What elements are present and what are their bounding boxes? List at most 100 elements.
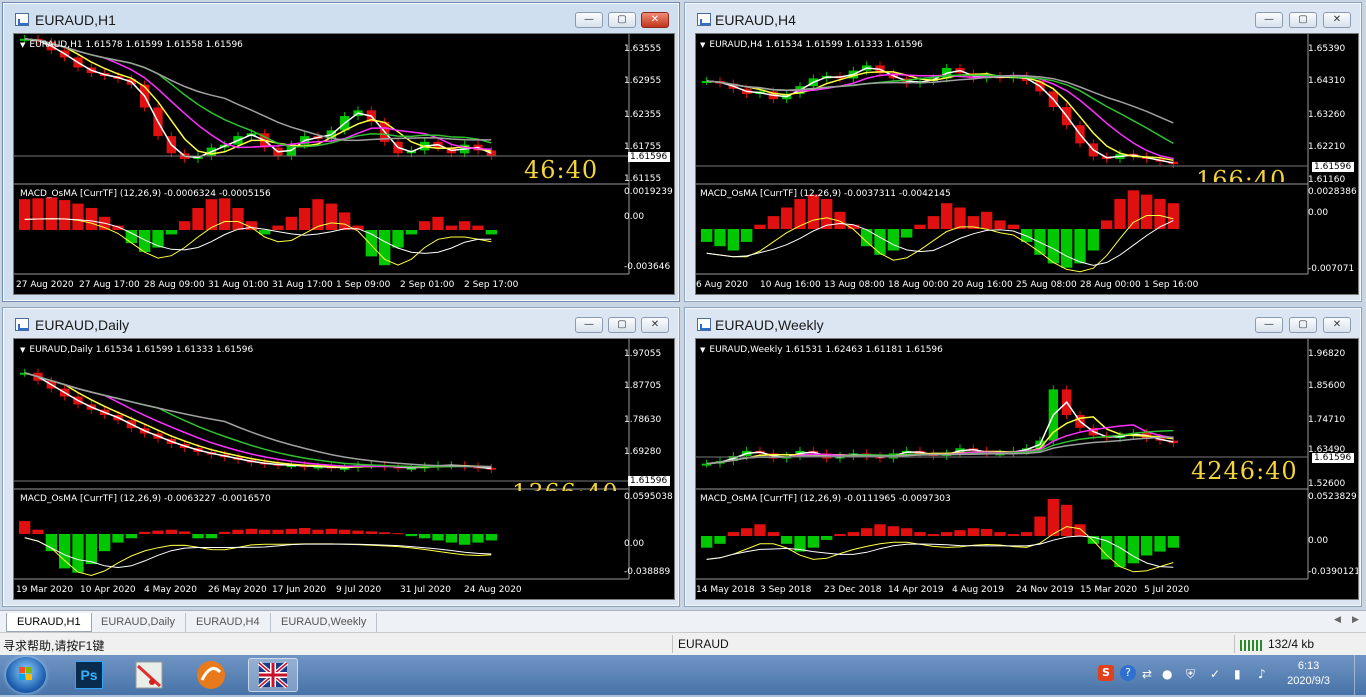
tab-euraud-h1[interactable]: EURAUD,H1 [6, 613, 92, 632]
macd-bar [1141, 536, 1153, 556]
macd-bar [165, 529, 177, 534]
price-label: 1.62955 [624, 76, 662, 86]
time-label: 31 Aug 17:00 [272, 280, 333, 290]
taskbar-photoshop[interactable]: Ps [62, 658, 112, 692]
taskbar-app[interactable] [186, 658, 236, 692]
time-label: 14 May 2018 [696, 585, 755, 595]
macd-bar [1114, 536, 1126, 568]
price-label: 1.69280 [624, 447, 662, 457]
title-bar[interactable]: EURAUD,Daily — ▢ ✕ [3, 308, 679, 338]
start-button[interactable] [6, 657, 46, 693]
macd-scale-label: 0.0019239 [624, 187, 673, 197]
macd-bar [432, 534, 444, 541]
tab-euraud-weekly[interactable]: EURAUD,Weekly [271, 613, 378, 632]
title-bar[interactable]: EURAUD,H1 — ▢ ✕ [3, 3, 679, 33]
chart-window-daily[interactable]: EURAUD,Daily — ▢ ✕ ▼ EURAUD,Daily 1.61534… [2, 307, 680, 607]
collapse-triangle-icon[interactable]: ▼ [700, 41, 705, 49]
macd-bar [219, 531, 231, 534]
macd-bar [419, 221, 431, 230]
macd-bar [727, 532, 739, 536]
macd-bar [821, 536, 833, 540]
minimize-button[interactable]: — [575, 12, 603, 28]
macd-bar [981, 528, 993, 536]
time-label: 28 Aug 00:00 [1080, 280, 1141, 290]
input-method-icon[interactable]: S [1098, 665, 1114, 681]
macd-bar [405, 230, 417, 235]
macd-scale-label: 0.0028386 [1308, 187, 1357, 197]
tab-scroll-left-icon[interactable]: ◀ [1334, 615, 1341, 625]
chart-canvas [14, 339, 630, 580]
chart-window-h4[interactable]: EURAUD,H4 — ▢ ✕ ▼ EURAUD,H4 1.61534 1.615… [684, 2, 1362, 302]
time-label: 24 Nov 2019 [1016, 585, 1074, 595]
macd-legend: MACD_OsMA [CurrTF] (12,26,9) -0.0037311 … [700, 189, 951, 199]
tab-scroll-right-icon[interactable]: ▶ [1352, 615, 1359, 625]
taskbar-metatrader[interactable] [248, 658, 298, 692]
macd-bar [139, 230, 151, 252]
time-label: 14 Apr 2019 [888, 585, 944, 595]
macd-bar [1141, 194, 1153, 229]
volume-icon[interactable]: ♪ [1258, 667, 1266, 681]
moving-average-line [706, 74, 1174, 145]
close-button[interactable]: ✕ [1323, 317, 1351, 333]
macd-bar [205, 534, 217, 539]
wechat-icon[interactable]: ● [1162, 667, 1172, 681]
macd-bar [1047, 229, 1059, 264]
macd-bar [1047, 498, 1059, 536]
system-clock[interactable]: 6:13 2020/9/3 [1287, 659, 1330, 689]
chart-window-icon [15, 13, 29, 26]
taskbar-app[interactable] [124, 658, 174, 692]
price-chart[interactable]: ▼ EURAUD,H4 1.61534 1.61599 1.61333 1.615… [695, 33, 1359, 295]
show-desktop-button[interactable] [1354, 655, 1366, 695]
chart-window-icon [697, 13, 711, 26]
close-button[interactable]: ✕ [1323, 12, 1351, 28]
title-bar[interactable]: EURAUD,Weekly — ▢ ✕ [685, 308, 1361, 338]
collapse-triangle-icon[interactable]: ▼ [700, 346, 705, 354]
price-chart[interactable]: ▼ EURAUD,Daily 1.61534 1.61599 1.61333 1.… [13, 338, 675, 600]
time-label: 6 Aug 2020 [696, 280, 748, 290]
price-legend: ▼ EURAUD,H1 1.61578 1.61599 1.61558 1.615… [20, 40, 243, 50]
macd-bar [445, 225, 457, 230]
macd-bar [1007, 534, 1019, 536]
macd-bar [485, 534, 497, 541]
macd-bar [112, 534, 124, 543]
macd-bar [392, 230, 404, 248]
macd-bar [1114, 198, 1126, 229]
close-button[interactable]: ✕ [641, 12, 669, 28]
collapse-triangle-icon[interactable]: ▼ [20, 41, 25, 49]
candle-timer: 166:40 [1196, 166, 1287, 182]
chart-window-h1[interactable]: EURAUD,H1 — ▢ ✕ ▼ EURAUD,H1 1.61578 1.615… [2, 2, 680, 302]
price-chart[interactable]: ▼ EURAUD,H1 1.61578 1.61599 1.61558 1.615… [13, 33, 675, 295]
network-icon[interactable]: ⇄ [1142, 667, 1152, 681]
collapse-triangle-icon[interactable]: ▼ [20, 346, 25, 354]
title-bar[interactable]: EURAUD,H4 — ▢ ✕ [685, 3, 1361, 33]
signal-icon[interactable]: ▮ [1234, 667, 1241, 681]
maximize-button[interactable]: ▢ [1289, 317, 1317, 333]
macd-bar [339, 529, 351, 534]
macd-scale-label: 0.0595038 [624, 492, 673, 502]
macd-bar [299, 208, 311, 230]
macd-bar [887, 526, 899, 536]
map-app-icon [135, 661, 163, 689]
photoshop-icon: Ps [75, 661, 103, 689]
price-chart[interactable]: ▼ EURAUD,Weekly 1.61531 1.62463 1.61181 1… [695, 338, 1359, 600]
time-label: 1 Sep 09:00 [336, 280, 391, 290]
moving-average-line [706, 75, 1174, 124]
maximize-button[interactable]: ▢ [1289, 12, 1317, 28]
macd-bar [232, 208, 244, 230]
minimize-button[interactable]: — [1255, 12, 1283, 28]
help-icon[interactable]: ? [1120, 665, 1136, 681]
tab-euraud-daily[interactable]: EURAUD,Daily [91, 613, 186, 632]
minimize-button[interactable]: — [575, 317, 603, 333]
maximize-button[interactable]: ▢ [608, 12, 636, 28]
security-icon[interactable]: ✓ [1210, 667, 1220, 681]
tab-euraud-h4[interactable]: EURAUD,H4 [186, 613, 271, 632]
maximize-button[interactable]: ▢ [608, 317, 636, 333]
taskbar: Ps S ? ⇄ ● ⛨ ✓ ▮ ♪ 6:13 2020/9/3 [0, 655, 1366, 695]
shield-icon[interactable]: ⛨ [1186, 667, 1195, 682]
macd-bar [72, 203, 84, 230]
macd-bar [179, 531, 191, 534]
close-button[interactable]: ✕ [641, 317, 669, 333]
chart-window-weekly[interactable]: EURAUD,Weekly — ▢ ✕ ▼ EURAUD,Weekly 1.615… [684, 307, 1362, 607]
minimize-button[interactable]: — [1255, 317, 1283, 333]
macd-bar [392, 533, 404, 535]
